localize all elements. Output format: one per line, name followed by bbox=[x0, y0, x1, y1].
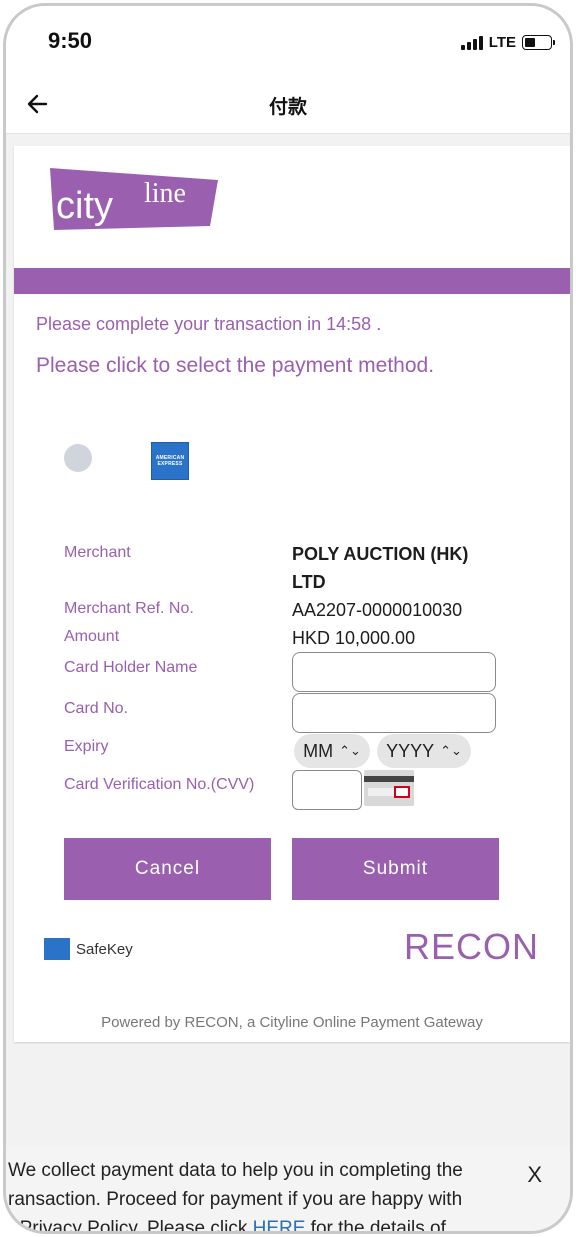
svg-text:line: line bbox=[144, 178, 186, 209]
amount-value: HKD 10,000.00 bbox=[292, 628, 416, 648]
submit-button[interactable]: Submit bbox=[292, 838, 499, 900]
battery-icon bbox=[522, 35, 555, 50]
payment-method-option[interactable] bbox=[64, 444, 92, 472]
ref-value: AA2207-0000010030 bbox=[292, 600, 463, 620]
cvv-hint-icon bbox=[364, 770, 414, 806]
signal-icon bbox=[460, 35, 483, 50]
chevron-updown-icon: ⌃⌄ bbox=[440, 743, 462, 758]
status-indicators: LTE bbox=[460, 34, 555, 51]
privacy-here-link[interactable]: HERE bbox=[253, 1218, 306, 1231]
amount-label: Amount bbox=[64, 628, 120, 645]
merchant-value: POLY AUCTION (HK) LTD bbox=[292, 544, 469, 592]
cvv-input[interactable] bbox=[292, 770, 362, 810]
expiry-year-select[interactable]: YYYY ⌃⌄ bbox=[377, 734, 471, 768]
select-method-message: Please click to select the payment metho… bbox=[36, 354, 435, 377]
card-holder-input[interactable] bbox=[292, 652, 496, 692]
privacy-notice: We collect payment data to help you in c… bbox=[6, 1146, 570, 1231]
page-title: 付款 bbox=[268, 97, 307, 118]
ref-label: Merchant Ref. No. bbox=[64, 600, 194, 617]
cancel-button[interactable]: Cancel bbox=[64, 838, 271, 900]
close-notice-button[interactable]: X bbox=[527, 1162, 542, 1188]
header-band bbox=[14, 268, 570, 294]
nav-bar: 付款 bbox=[6, 76, 570, 134]
safekey-logo: SafeKey bbox=[44, 938, 133, 960]
phone-frame: 9:50 LTE 付款 city line Please complete yo… bbox=[3, 3, 573, 1234]
card-holder-label: Card Holder Name bbox=[64, 659, 198, 676]
privacy-notice-text: We collect payment data to help you in c… bbox=[8, 1156, 518, 1231]
powered-by-text: Powered by RECON, a Cityline Online Paym… bbox=[101, 1014, 483, 1031]
expiry-month-select[interactable]: MM ⌃⌄ bbox=[294, 734, 370, 768]
cvv-label: Card Verification No.(CVV) bbox=[64, 776, 255, 793]
recon-logo: RECON bbox=[404, 926, 540, 967]
timer-message: Please complete your transaction in 14:5… bbox=[36, 314, 382, 334]
cityline-logo: city line bbox=[50, 168, 218, 230]
network-type: LTE bbox=[488, 34, 516, 51]
amex-mini-icon bbox=[44, 938, 70, 960]
card-number-label: Card No. bbox=[64, 700, 129, 717]
expiry-label: Expiry bbox=[64, 738, 109, 755]
chevron-updown-icon: ⌃⌄ bbox=[339, 743, 361, 758]
payment-card: city line Please complete your transacti… bbox=[14, 146, 570, 1042]
amex-card-icon[interactable]: AMERICAN EXPRESS bbox=[151, 442, 189, 480]
merchant-label: Merchant bbox=[64, 544, 131, 561]
status-bar: 9:50 LTE bbox=[6, 6, 570, 76]
svg-text:city: city bbox=[56, 185, 113, 227]
card-number-input[interactable] bbox=[292, 693, 496, 733]
status-time: 9:50 bbox=[48, 28, 93, 53]
